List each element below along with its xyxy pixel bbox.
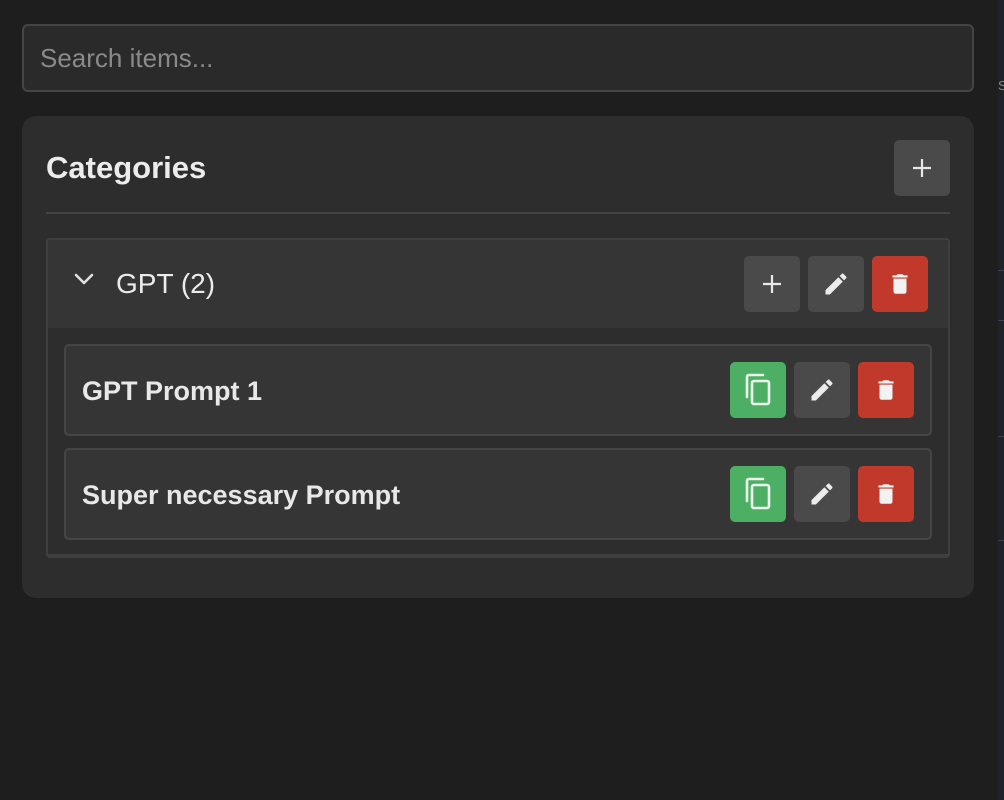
panel-title: Categories [46,150,207,185]
edge-line [998,270,1004,271]
category-label[interactable]: GPT (2) [116,268,215,300]
edit-category-button[interactable] [808,256,864,312]
edit-item-button[interactable] [794,362,850,418]
trash-icon [878,484,894,504]
category-gpt: GPT (2) GPT Prompt 1 Super necessary Pro… [46,238,950,558]
item-label: GPT Prompt 1 [82,376,263,406]
search-input[interactable] [22,24,974,92]
copy-item-button[interactable] [730,362,786,418]
list-item: GPT Prompt 1 [64,344,932,436]
pencil-icon [811,379,833,401]
list-item: Super necessary Prompt [64,448,932,540]
edge-line [998,540,1004,541]
pencil-icon [825,273,847,295]
edit-item-button[interactable] [794,466,850,522]
add-category-button[interactable] [894,140,950,196]
adjacent-window-text: S [998,78,1004,93]
copy-icon [745,373,771,406]
divider [46,212,950,214]
copy-icon [745,477,771,510]
trash-icon [878,380,894,400]
plus-icon [763,275,781,293]
edge-line [998,320,1004,321]
plus-icon [913,159,931,177]
delete-category-button[interactable] [872,256,928,312]
edge-line [998,436,1004,437]
category-header[interactable]: GPT (2) [48,240,948,328]
trash-icon [892,274,908,294]
add-item-button[interactable] [744,256,800,312]
categories-panel: Categories GPT (2) GPT Prompt 1 Super ne… [22,116,974,598]
copy-item-button[interactable] [730,466,786,522]
pencil-icon [811,483,833,505]
delete-item-button[interactable] [858,466,914,522]
category-bottom-border [48,554,948,556]
item-label: Super necessary Prompt [82,480,401,510]
delete-item-button[interactable] [858,362,914,418]
adjacent-window-edge: S [998,0,1004,800]
chevron-down-icon[interactable] [74,272,94,286]
